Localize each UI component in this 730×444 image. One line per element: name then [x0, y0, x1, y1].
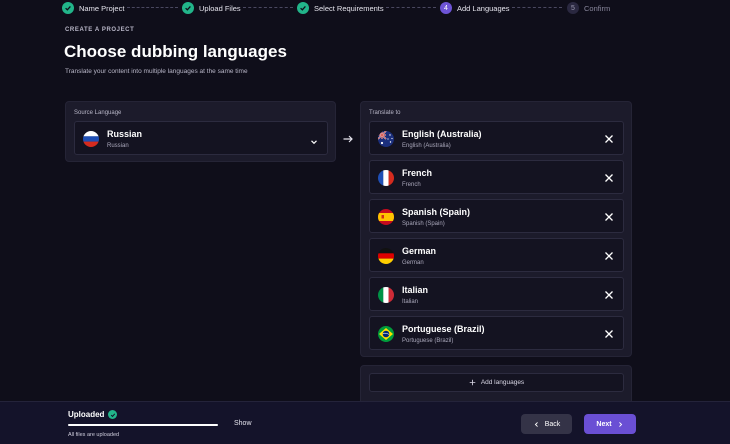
arrow-right-icon	[342, 132, 354, 144]
chevron-left-icon	[534, 421, 538, 427]
step-number: 4	[440, 2, 452, 14]
source-language-native: Russian	[107, 143, 129, 149]
stepper: Name Project Upload Files Select Require…	[0, 0, 730, 16]
target-language-native: German	[402, 260, 424, 266]
step-upload-files[interactable]: Upload Files	[182, 1, 241, 15]
flag-russia-icon	[83, 131, 99, 147]
step-label: Upload Files	[199, 3, 241, 13]
target-language-item: Spanish (Spain) Spanish (Spain)	[369, 199, 624, 233]
source-language-select[interactable]: Russian Russian	[74, 121, 328, 155]
target-language-native: Italian	[402, 299, 419, 305]
close-icon	[605, 330, 613, 338]
target-language-native: French	[402, 182, 421, 188]
step-number: 5	[567, 2, 579, 14]
close-icon	[605, 135, 613, 143]
plus-icon	[469, 379, 476, 386]
target-language-item: Italian Italian	[369, 277, 624, 311]
next-label: Next	[596, 420, 612, 428]
remove-language-button[interactable]	[603, 172, 615, 184]
target-language-item: French French	[369, 160, 624, 194]
target-language-name: Spanish (Spain)	[402, 207, 471, 217]
target-languages-label: Translate to	[369, 110, 401, 116]
upload-progress-fill	[68, 424, 218, 426]
target-language-name: Portuguese (Brazil)	[402, 324, 485, 334]
close-icon	[605, 174, 613, 182]
flag-brazil-icon	[378, 326, 394, 342]
upload-progress-bar	[68, 424, 218, 426]
target-language-native: Portuguese (Brazil)	[402, 338, 454, 344]
chevron-down-icon	[309, 134, 319, 145]
step-label: Add Languages	[457, 3, 510, 13]
step-divider	[127, 7, 178, 8]
flag-italy-icon	[378, 287, 394, 303]
check-circle-icon	[108, 410, 117, 419]
step-select-requirements[interactable]: Select Requirements	[297, 1, 384, 15]
check-icon	[297, 2, 309, 14]
step-label: Select Requirements	[314, 3, 384, 13]
step-label: Name Project	[79, 3, 125, 13]
page-title: Choose dubbing languages	[64, 42, 287, 61]
chevron-right-icon	[618, 421, 622, 427]
flag-france-icon	[378, 170, 394, 186]
source-language-panel: Source Language Russian Russian	[65, 101, 336, 162]
step-divider	[243, 7, 293, 8]
check-icon	[62, 2, 74, 14]
show-uploads-button[interactable]: Show	[234, 420, 252, 427]
step-confirm[interactable]: 5 Confirm	[567, 1, 610, 15]
target-language-native: Spanish (Spain)	[402, 221, 445, 227]
target-language-item: Portuguese (Brazil) Portuguese (Brazil)	[369, 316, 624, 350]
upload-subtext: All files are uploaded	[68, 432, 120, 438]
footer-bar: Uploaded All files are uploaded Show Bac…	[0, 401, 730, 444]
source-language-name: Russian	[107, 129, 143, 139]
page-subtitle: Translate your content into multiple lan…	[65, 68, 248, 75]
remove-language-button[interactable]	[603, 289, 615, 301]
remove-language-button[interactable]	[603, 328, 615, 340]
target-languages-panel: Translate to English (Australia) English…	[360, 101, 632, 357]
remove-language-button[interactable]	[603, 133, 615, 145]
flag-germany-icon	[378, 248, 394, 264]
target-language-item: German German	[369, 238, 624, 272]
back-button[interactable]: Back	[521, 414, 572, 434]
flag-spain-icon	[378, 209, 394, 225]
step-label: Confirm	[584, 3, 611, 13]
upload-status: Uploaded	[68, 410, 105, 419]
target-language-name: Italian	[402, 285, 429, 295]
add-languages-label: Add languages	[480, 379, 525, 386]
flag-australia-icon	[378, 131, 394, 147]
remove-language-button[interactable]	[603, 250, 615, 262]
step-divider	[512, 7, 562, 8]
step-name-project[interactable]: Name Project	[62, 1, 124, 15]
back-label: Back	[544, 420, 561, 428]
close-icon	[605, 213, 613, 221]
remove-language-button[interactable]	[603, 211, 615, 223]
target-language-item: English (Australia) English (Australia)	[369, 121, 624, 155]
target-language-native: English (Australia)	[402, 143, 451, 149]
step-divider	[386, 7, 436, 8]
target-language-name: English (Australia)	[402, 129, 482, 139]
step-add-languages[interactable]: 4 Add Languages	[440, 1, 510, 15]
target-language-name: German	[402, 246, 437, 256]
source-language-label: Source Language	[74, 110, 122, 116]
eyebrow: CREATE A PROJECT	[65, 27, 135, 33]
next-button[interactable]: Next	[584, 414, 636, 434]
check-icon	[182, 2, 194, 14]
add-languages-button[interactable]: Add languages	[369, 373, 624, 392]
close-icon	[605, 252, 613, 260]
target-language-name: French	[402, 168, 433, 178]
close-icon	[605, 291, 613, 299]
